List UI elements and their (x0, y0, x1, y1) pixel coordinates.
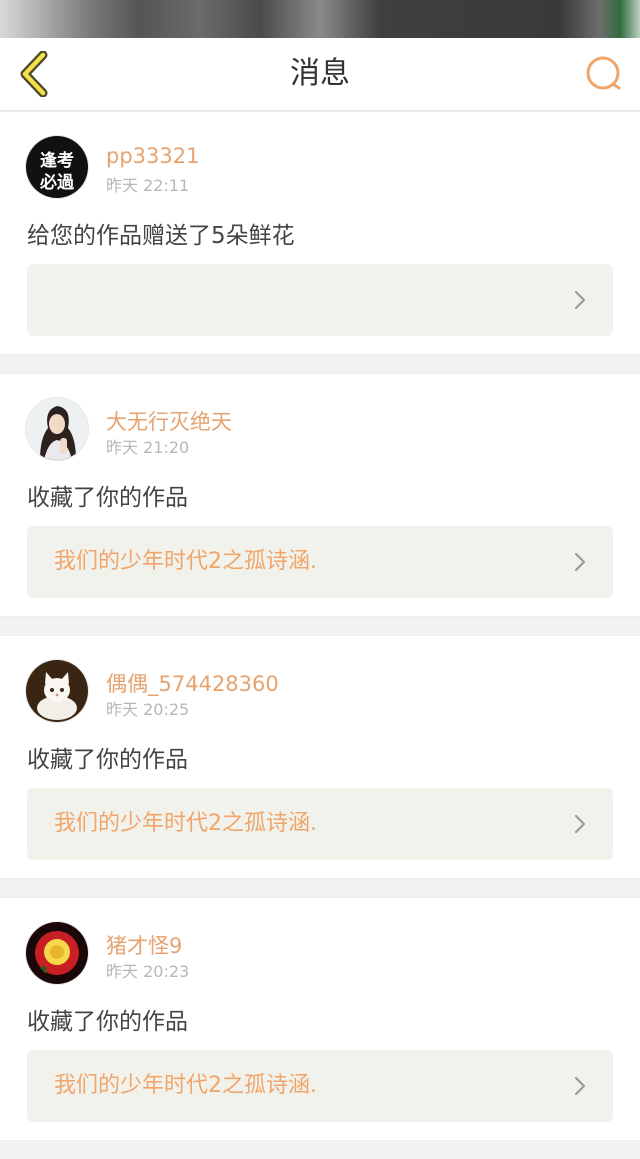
work-link[interactable]: 我们的少年时代2之孤诗涵. (27, 1050, 613, 1122)
timestamp: 昨天 20:23 (106, 962, 190, 981)
message-list: 逢考 必過 pp33321 昨天 22:11 给您的作品赠送了5朵鲜花 大无行灭… (0, 111, 640, 1159)
page-title: 消息 (290, 56, 350, 91)
message-text: 收藏了你的作品 (27, 747, 188, 773)
work-title: 我们的少年时代2之孤诗涵. (54, 549, 317, 574)
message-card: 偶偶_574428360 昨天 20:25 收藏了你的作品 我们的少年时代2之孤… (0, 635, 640, 879)
message-card: 逢考 必過 pp33321 昨天 22:11 给您的作品赠送了5朵鲜花 (0, 111, 640, 355)
username[interactable]: 猪才怪9 (106, 930, 182, 960)
username[interactable]: 偶偶_574428360 (106, 668, 279, 698)
avatar[interactable]: 逢考 必過 (26, 136, 88, 198)
chevron-right-icon (574, 1076, 586, 1096)
status-bar (0, 0, 640, 40)
message-card: 大无行灭绝天 昨天 21:20 收藏了你的作品 我们的少年时代2之孤诗涵. (0, 373, 640, 617)
timestamp: 昨天 20:25 (106, 700, 190, 719)
top-nav-bar: 消息 (0, 38, 640, 111)
chevron-right-icon (574, 814, 586, 834)
avatar-logo-text-1: 逢考 (40, 150, 74, 171)
username[interactable]: 大无行灭绝天 (106, 406, 232, 436)
chevron-right-icon (574, 552, 586, 572)
message-text: 收藏了你的作品 (27, 485, 188, 511)
avatar[interactable] (26, 660, 88, 722)
message-text: 给您的作品赠送了5朵鲜花 (27, 223, 295, 249)
search-button[interactable] (578, 48, 630, 100)
work-title: 我们的少年时代2之孤诗涵. (54, 1073, 317, 1098)
timestamp: 昨天 22:11 (106, 176, 190, 195)
kitten-photo-avatar (26, 660, 88, 722)
girl-photo-avatar (26, 398, 88, 460)
search-icon (586, 56, 621, 90)
message-text: 收藏了你的作品 (27, 1009, 188, 1035)
avatar-logo-text-2: 必過 (39, 172, 75, 193)
work-link[interactable]: 我们的少年时代2之孤诗涵. (27, 526, 613, 598)
chevron-right-icon (574, 290, 586, 310)
timestamp: 昨天 21:20 (106, 438, 190, 457)
work-link[interactable]: 我们的少年时代2之孤诗涵. (27, 788, 613, 860)
avatar[interactable] (26, 922, 88, 984)
message-card: 猪才怪9 昨天 20:23 收藏了你的作品 我们的少年时代2之孤诗涵. (0, 897, 640, 1141)
work-link[interactable] (27, 264, 613, 336)
username[interactable]: pp33321 (106, 144, 199, 168)
rose-photo-avatar (26, 922, 88, 984)
text-logo-avatar: 逢考 必過 (26, 136, 88, 198)
work-title: 我们的少年时代2之孤诗涵. (54, 811, 317, 836)
avatar[interactable] (26, 398, 88, 460)
